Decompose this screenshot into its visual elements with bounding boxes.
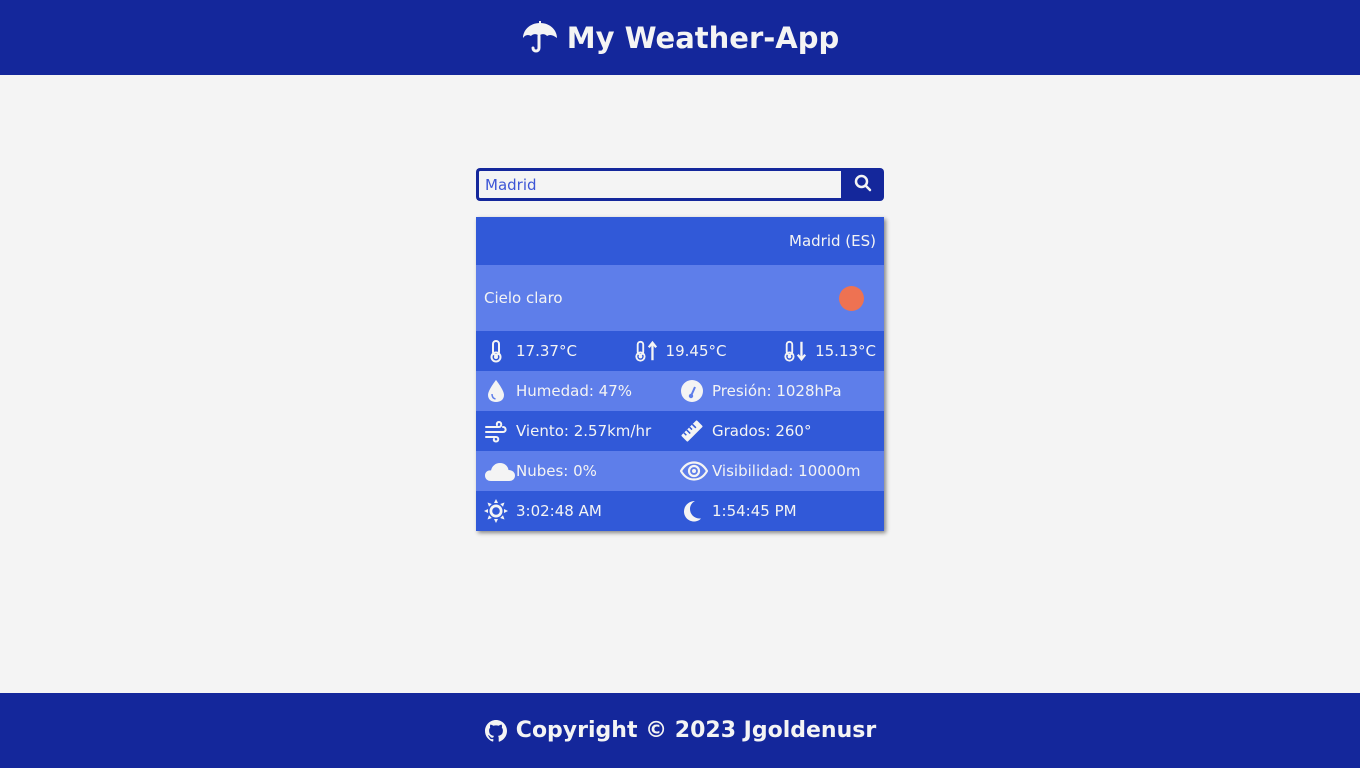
sunrise: 3:02:48 AM — [484, 499, 680, 523]
water-drop-icon — [484, 379, 508, 403]
visibility: Visibilidad: 10000m — [680, 459, 876, 483]
app-title: My Weather-App — [566, 20, 840, 55]
ruler-icon — [680, 419, 704, 443]
current-temp: 17.37°C — [484, 339, 615, 363]
cloud-icon — [484, 459, 516, 483]
eye-icon — [680, 459, 708, 483]
moon-icon — [680, 499, 704, 523]
gauge-icon — [680, 379, 704, 403]
search-icon — [854, 174, 872, 196]
max-temp: 19.45°C — [615, 339, 746, 363]
sunrise-icon — [484, 499, 508, 523]
humidity-pressure-row: Humedad: 47% Presión: 1028hPa — [476, 371, 884, 411]
app-footer: Copyright © 2023 Jgoldenusr — [0, 693, 1360, 768]
sun-row: 3:02:48 AM 1:54:45 PM — [476, 491, 884, 531]
city-search-input[interactable] — [476, 168, 841, 201]
humidity-value: Humedad: 47% — [516, 382, 633, 400]
wind-row: Viento: 2.57km/hr Grados: 260° — [476, 411, 884, 451]
umbrella-icon — [521, 20, 559, 56]
max-temp-value: 19.45°C — [665, 342, 727, 360]
thermometer-down-icon — [783, 339, 807, 363]
location-row: Madrid (ES) — [476, 217, 884, 265]
search-button[interactable] — [841, 168, 884, 201]
wind-speed-value: Viento: 2.57km/hr — [516, 422, 652, 440]
weather-description: Cielo claro — [484, 289, 563, 307]
min-temp-value: 15.13°C — [815, 342, 877, 360]
current-temp-value: 17.37°C — [516, 342, 577, 360]
clouds: Nubes: 0% — [484, 459, 680, 483]
search-bar — [476, 168, 884, 201]
clouds-visibility-row: Nubes: 0% Visibilidad: 10000m — [476, 451, 884, 491]
wind-degrees: Grados: 260° — [680, 419, 876, 443]
thermometer-up-icon — [634, 339, 658, 363]
sunset-value: 1:54:45 PM — [712, 502, 797, 520]
pressure: Presión: 1028hPa — [680, 379, 876, 403]
wind-degrees-value: Grados: 260° — [712, 422, 812, 440]
location-label: Madrid (ES) — [789, 232, 876, 250]
temperature-row: 17.37°C 19.45°C 15.13°C — [476, 331, 884, 371]
wind-speed: Viento: 2.57km/hr — [484, 419, 680, 443]
github-icon[interactable] — [484, 719, 508, 743]
sun-icon — [839, 285, 864, 311]
sunset: 1:54:45 PM — [680, 499, 876, 523]
weather-card: Madrid (ES) Cielo claro 17.37°C 19.45°C … — [476, 217, 884, 531]
min-temp: 15.13°C — [745, 339, 876, 363]
visibility-value: Visibilidad: 10000m — [712, 462, 861, 480]
pressure-value: Presión: 1028hPa — [712, 382, 842, 400]
thermometer-icon — [484, 339, 508, 363]
description-row: Cielo claro — [476, 265, 884, 331]
clouds-value: Nubes: 0% — [516, 462, 597, 480]
sunrise-value: 3:02:48 AM — [516, 502, 602, 520]
copyright-text: Copyright © 2023 Jgoldenusr — [515, 718, 877, 743]
app-header: My Weather-App — [0, 0, 1360, 75]
humidity: Humedad: 47% — [484, 379, 680, 403]
wind-icon — [484, 419, 508, 443]
